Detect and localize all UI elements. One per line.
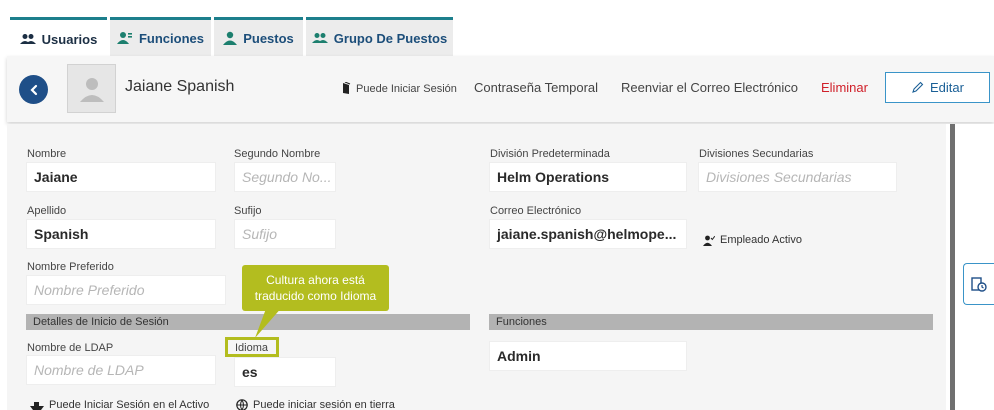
can-login-shore-status: Puede iniciar sesión en tierra <box>236 399 395 410</box>
history-side-button[interactable] <box>963 263 994 305</box>
roles-section: Funciones <box>489 314 933 330</box>
person-check-icon <box>703 235 715 246</box>
tab-label: Funciones <box>138 30 204 46</box>
default-division-field[interactable]: Helm Operations <box>489 162 687 192</box>
user-header: Jaiane Spanish Puede Iniciar Sesión Cont… <box>7 56 994 122</box>
users-group-icon <box>311 32 328 44</box>
can-login-status: Puede Iniciar Sesión <box>342 82 457 95</box>
preferred-name-label: Nombre Preferido <box>27 261 114 273</box>
suffix-label: Sufijo <box>234 205 262 217</box>
active-employee-status: Empleado Activo <box>703 234 802 246</box>
users-icon <box>19 33 36 45</box>
last-name-field[interactable]: Spanish <box>26 219 216 249</box>
callout-tooltip: Cultura ahora está traducido como Idioma <box>242 265 389 311</box>
ship-icon <box>30 401 44 410</box>
language-field[interactable]: es <box>234 357 336 387</box>
first-name-label: Nombre <box>27 148 67 160</box>
back-button[interactable] <box>19 75 48 104</box>
default-division-label: División Predeterminada <box>490 148 610 160</box>
callout-line-1: Cultura ahora está <box>266 273 365 287</box>
edit-button[interactable]: Editar <box>885 72 990 103</box>
callout-pointer <box>255 306 283 338</box>
email-field[interactable]: jaiane.spanish@helmope... <box>489 219 687 249</box>
avatar <box>67 64 116 113</box>
tab-label: Usuarios <box>41 31 98 47</box>
can-login-asset-status: Puede Iniciar Sesión en el Activo <box>30 399 209 410</box>
chevron-left-icon <box>29 84 37 95</box>
temp-password-link[interactable]: Contraseña Temporal <box>474 80 598 95</box>
delete-link[interactable]: Eliminar <box>821 80 868 95</box>
person-icon <box>223 31 238 45</box>
callout-line-2: traducido como Idioma <box>254 289 377 303</box>
role-field[interactable]: Admin <box>489 341 687 371</box>
role-icon <box>116 31 133 45</box>
user-placeholder-icon <box>79 77 104 102</box>
tab-usuarios[interactable]: Usuarios <box>10 17 107 58</box>
history-icon <box>971 277 987 292</box>
last-name-label: Apellido <box>27 205 67 217</box>
login-details-section: Detalles de Inicio de Sesión <box>26 314 470 330</box>
email-label: Correo Electrónico <box>490 205 582 217</box>
ldap-label: Nombre de LDAP <box>27 342 114 354</box>
tab-funciones[interactable]: Funciones <box>110 17 211 56</box>
preferred-name-field[interactable]: Nombre Preferido <box>26 275 226 305</box>
secondary-divisions-field[interactable]: Divisiones Secundarias <box>698 162 897 192</box>
scrollbar[interactable] <box>950 124 955 410</box>
resend-email-link[interactable]: Reenviar el Correo Electrónico <box>621 80 798 95</box>
middle-name-field[interactable]: Segundo No... <box>234 162 336 192</box>
language-highlight-box <box>225 337 279 357</box>
globe-icon <box>236 399 248 410</box>
first-name-field[interactable]: Jaiane <box>26 162 216 192</box>
user-name: Jaiane Spanish <box>125 78 235 95</box>
tab-bar: Usuarios Funciones Puestos Grupo De Pues… <box>0 0 994 58</box>
tab-puestos[interactable]: Puestos <box>214 17 303 56</box>
middle-name-label: Segundo Nombre <box>234 148 321 160</box>
tab-grupo-de-puestos[interactable]: Grupo De Puestos <box>306 17 453 56</box>
tab-label: Puestos <box>243 30 294 46</box>
ldap-field[interactable]: Nombre de LDAP <box>26 355 216 385</box>
door-icon <box>343 82 351 94</box>
pencil-icon <box>912 81 924 93</box>
suffix-field[interactable]: Sufijo <box>234 219 336 249</box>
secondary-divisions-label: Divisiones Secundarias <box>699 148 814 160</box>
tab-label: Grupo De Puestos <box>333 30 448 46</box>
